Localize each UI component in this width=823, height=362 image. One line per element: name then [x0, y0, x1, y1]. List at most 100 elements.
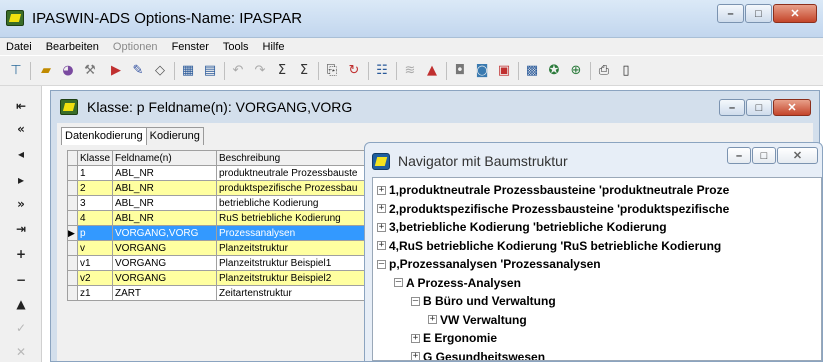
cell-beschreibung[interactable]: betriebliche Kodierung [215, 195, 378, 211]
cell-klasse[interactable]: v [76, 240, 114, 256]
cell-feldname[interactable]: VORGANG [112, 255, 217, 271]
table-row[interactable]: 4 ABL_NR RuS betriebliche Kodierung [67, 210, 378, 226]
eraser-icon[interactable]: ◇ [152, 63, 168, 79]
cell-feldname[interactable]: VORGANG [112, 270, 217, 286]
tree-node[interactable]: + E Ergonomie [411, 330, 497, 346]
expand-icon[interactable]: + [377, 222, 386, 232]
menu-bearbeiten[interactable]: Bearbeiten [46, 41, 99, 53]
navigator-maximize-button[interactable]: □ [752, 147, 776, 164]
printer-icon[interactable]: ⎙ [596, 63, 612, 79]
cell-beschreibung[interactable]: RuS betriebliche Kodierung [215, 210, 378, 226]
open-folder-icon[interactable]: ▰ [38, 63, 54, 79]
row-selector[interactable] [67, 210, 78, 226]
row-selector[interactable]: ▶ [67, 225, 78, 241]
cell-beschreibung[interactable]: Planzeitstruktur [215, 240, 378, 256]
row-selector[interactable] [67, 285, 78, 301]
cell-beschreibung[interactable]: Planzeitstruktur Beispiel2 [215, 270, 378, 286]
cell-feldname[interactable]: ZART [112, 285, 217, 301]
table-row[interactable]: v2 VORGANG Planzeitstruktur Beispiel2 [67, 270, 378, 286]
maximize-button[interactable]: □ [745, 4, 772, 23]
row-selector[interactable] [67, 240, 78, 256]
expand-icon[interactable]: + [411, 333, 420, 343]
tree-node[interactable]: +2,produktspezifische Prozessbausteine '… [377, 201, 729, 217]
tree-node[interactable]: +4,RuS betriebliche Kodierung 'RuS betri… [377, 238, 721, 254]
table-row[interactable]: v VORGANG Planzeitstruktur [67, 240, 378, 256]
app-logo-icon[interactable] [6, 10, 24, 26]
expand-icon[interactable]: + [377, 241, 386, 250]
cell-beschreibung[interactable]: Zeitartenstruktur [215, 285, 378, 301]
menu-fenster[interactable]: Fenster [172, 41, 209, 53]
table-row[interactable]: 1 ABL_NR produktneutrale Prozessbauste [67, 165, 378, 181]
collapse-icon[interactable]: – [394, 278, 403, 287]
navigator-minimize-button[interactable]: – [727, 147, 751, 164]
filter-icon[interactable]: Σ [274, 63, 290, 79]
column-header-beschreibung[interactable]: Beschreibung [215, 150, 378, 166]
tree-node[interactable]: +3,betriebliche Kodierung 'betriebliche … [377, 219, 667, 235]
export-icon[interactable]: ✪ [546, 63, 562, 79]
copy-icon[interactable]: ⎘ [324, 63, 340, 79]
collapse-icon[interactable]: – [377, 259, 386, 269]
navigator-app-icon[interactable] [372, 153, 390, 170]
page-up-icon[interactable]: « [13, 121, 29, 137]
delete-record-icon[interactable]: − [13, 272, 29, 288]
row-selector[interactable] [67, 270, 78, 286]
cell-klasse[interactable]: 2 [76, 180, 114, 196]
refresh-icon[interactable]: ↻ [346, 63, 362, 79]
cell-beschreibung[interactable]: Planzeitstruktur Beispiel1 [215, 255, 378, 271]
table-row[interactable]: v1 VORGANG Planzeitstruktur Beispiel1 [67, 255, 378, 271]
column-header-feldname[interactable]: Feldname(n) [112, 150, 217, 166]
expand-icon[interactable]: + [377, 204, 386, 213]
row-selector[interactable] [67, 195, 78, 211]
cell-klasse[interactable]: 4 [76, 210, 114, 226]
tree-view-icon[interactable]: ⊤ [8, 63, 24, 79]
klasse-minimize-button[interactable]: – [719, 99, 745, 116]
column-header-klasse[interactable]: Klasse [76, 150, 114, 166]
cell-beschreibung[interactable]: produktneutrale Prozessbauste [215, 165, 378, 181]
row-selector[interactable] [67, 180, 78, 196]
next-record-icon[interactable]: ▸ [13, 172, 29, 188]
cell-feldname[interactable]: ABL_NR [112, 210, 217, 226]
cell-feldname[interactable]: ABL_NR [112, 180, 217, 196]
cell-klasse[interactable]: 3 [76, 195, 114, 211]
klasse-close-button[interactable]: ✕ [773, 99, 811, 116]
previous-record-icon[interactable]: ◂ [13, 146, 29, 162]
save-record-icon[interactable]: ▲ [13, 296, 29, 312]
table-icon[interactable]: ▦ [180, 63, 196, 79]
list-edit-icon[interactable]: ☷ [374, 63, 390, 79]
settings-icon[interactable]: ◕ [60, 63, 76, 79]
cell-beschreibung[interactable]: Prozessanalysen [215, 225, 378, 241]
cell-feldname[interactable]: VORGANG,VORG [112, 225, 217, 241]
first-record-icon[interactable]: ⇤ [13, 98, 29, 114]
calculator-icon[interactable]: ▣ [496, 63, 512, 79]
tree-node[interactable]: – B Büro und Verwaltung [411, 293, 556, 309]
last-record-icon[interactable]: ⇥ [13, 221, 29, 237]
cell-klasse[interactable]: 1 [76, 165, 114, 181]
klasse-maximize-button[interactable]: □ [746, 99, 772, 116]
cell-feldname[interactable]: VORGANG [112, 240, 217, 256]
bar-chart-icon[interactable]: ▲ [424, 63, 440, 79]
cell-klasse[interactable]: p [76, 225, 114, 241]
minimize-button[interactable]: – [717, 4, 744, 23]
cell-feldname[interactable]: ABL_NR [112, 195, 217, 211]
tab-kodierung[interactable]: Kodierung [146, 127, 204, 145]
tree-node[interactable]: – A Prozess-Analysen [394, 275, 521, 291]
tab-datenkodierung[interactable]: Datenkodierung [61, 127, 147, 145]
print-preview-icon[interactable]: ▩ [524, 63, 540, 79]
page-down-icon[interactable]: » [13, 196, 29, 212]
cell-feldname[interactable]: ABL_NR [112, 165, 217, 181]
sum-icon[interactable]: Σ [296, 63, 312, 79]
close-button[interactable]: ✕ [773, 4, 817, 23]
import-icon[interactable]: ▶ [108, 63, 124, 79]
exit-door-icon[interactable]: ▯ [618, 63, 634, 79]
table-row[interactable]: z1 ZART Zeitartenstruktur [67, 285, 378, 301]
stamp-icon[interactable]: ◘ [452, 63, 468, 79]
save-icon[interactable]: ◙ [474, 63, 490, 79]
expand-icon[interactable]: + [428, 315, 437, 324]
tree-node[interactable]: + G Gesundheitswesen [411, 349, 545, 360]
add-record-icon[interactable]: + [13, 246, 29, 262]
menu-hilfe[interactable]: Hilfe [263, 41, 285, 53]
tools-icon[interactable]: ⚒ [82, 63, 98, 79]
tree-node[interactable]: +1,produktneutrale Prozessbausteine 'pro… [377, 182, 729, 198]
table-row[interactable]: ▶ p VORGANG,VORG Prozessanalysen [67, 225, 378, 241]
menu-datei[interactable]: Datei [6, 41, 32, 53]
